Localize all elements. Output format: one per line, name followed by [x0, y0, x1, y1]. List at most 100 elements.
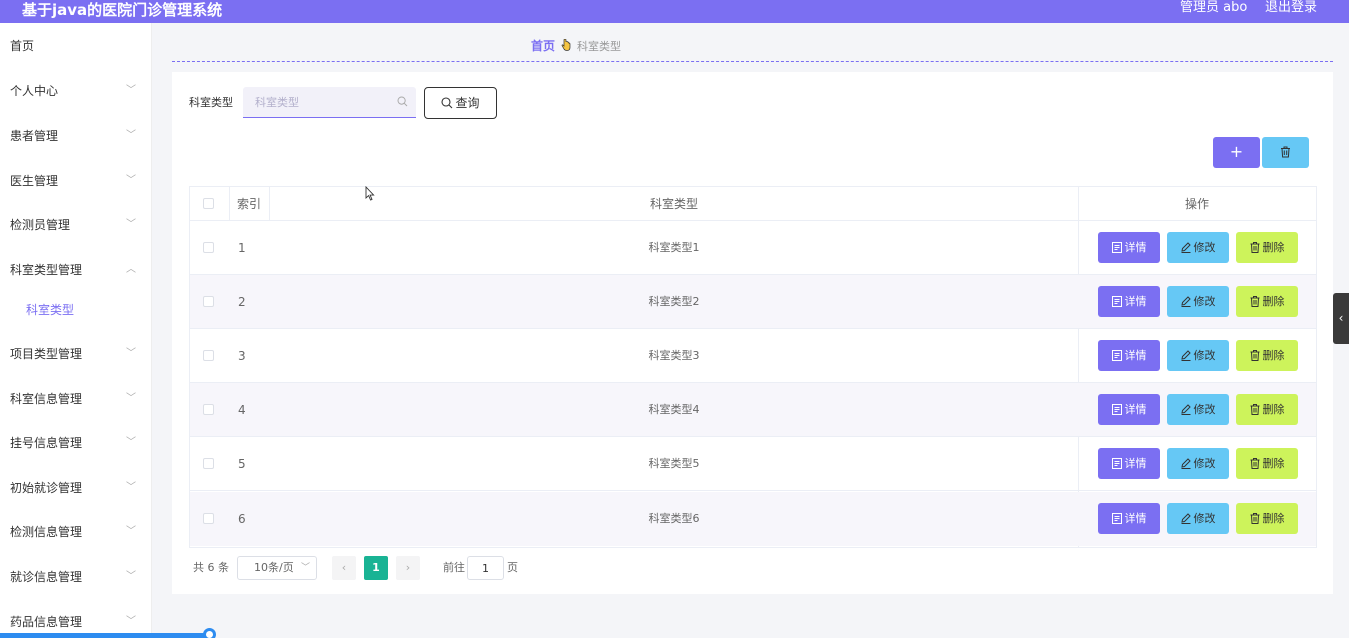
delete-button[interactable]: 删除: [1236, 340, 1298, 371]
next-page-button[interactable]: ›: [396, 556, 420, 580]
edit-label: 修改: [1193, 512, 1216, 525]
sidebar-item-patients[interactable]: 患者管理 ﹀: [0, 121, 152, 151]
page-number-current[interactable]: 1: [364, 556, 388, 580]
edit-label: 修改: [1193, 403, 1216, 416]
top-header: 基于java的医院门诊管理系统 管理员 abo 退出登录: [0, 0, 1349, 23]
batch-delete-button[interactable]: [1262, 137, 1309, 168]
column-divider: [229, 187, 230, 221]
sidebar: 首页 个人中心 ﹀ 患者管理 ﹀ 医生管理 ﹀ 检测员管理 ﹀ 科室类型管理 ︿ 科室类型…: [0, 23, 152, 638]
detail-button[interactable]: 详情: [1098, 286, 1160, 317]
edit-button[interactable]: 修改: [1167, 340, 1229, 371]
scroll-handle[interactable]: [203, 628, 216, 638]
edit-button[interactable]: 修改: [1167, 286, 1229, 317]
search-label: 科室类型: [189, 96, 233, 109]
query-button[interactable]: 查询: [424, 87, 497, 119]
delete-button[interactable]: 删除: [1236, 394, 1298, 425]
sidebar-item-label: 个人中心: [10, 84, 59, 98]
sidebar-item-home[interactable]: 首页: [0, 31, 152, 61]
detail-label: 详情: [1124, 403, 1147, 416]
detail-button[interactable]: 详情: [1098, 340, 1160, 371]
goto-page-input[interactable]: [467, 556, 504, 580]
trash-icon: [1250, 242, 1259, 253]
table-header: 索引 科室类型 操作: [190, 187, 1316, 221]
edit-button[interactable]: 修改: [1167, 448, 1229, 479]
logout-link[interactable]: 退出登录: [1265, 0, 1317, 16]
query-button-label: 查询: [455, 96, 480, 110]
edit-icon: [1180, 513, 1191, 524]
detail-label: 详情: [1124, 349, 1147, 362]
edit-label: 修改: [1193, 295, 1216, 308]
search-input[interactable]: [243, 87, 393, 117]
page-size-select[interactable]: 10条/页 ﹀: [237, 556, 317, 580]
row-checkbox[interactable]: [203, 350, 214, 361]
table-row: 6 科室类型6 详情 修改 删除: [190, 492, 1316, 546]
divider: [172, 61, 1333, 62]
pagination-total: 共 6 条: [193, 561, 229, 574]
breadcrumb-home[interactable]: 首页: [531, 39, 555, 53]
delete-label: 删除: [1262, 403, 1285, 416]
chevron-down-icon: ﹀: [126, 348, 136, 359]
sidebar-item-testers[interactable]: 检测员管理 ﹀: [0, 210, 152, 240]
cell-type: 科室类型3: [648, 349, 700, 362]
edit-button[interactable]: 修改: [1167, 503, 1229, 534]
add-button[interactable]: +: [1213, 137, 1260, 168]
sidebar-item-visit-info-mgmt[interactable]: 就诊信息管理 ﹀: [0, 562, 152, 592]
column-header-actions: 操作: [1184, 197, 1209, 211]
delete-button[interactable]: 删除: [1236, 286, 1298, 317]
scroll-progress-bar: [0, 633, 210, 638]
trash-icon: [1250, 296, 1259, 307]
detail-label: 详情: [1124, 512, 1147, 525]
sidebar-item-project-type-mgmt[interactable]: 项目类型管理 ﹀: [0, 339, 152, 369]
chevron-down-icon: ﹀: [126, 571, 136, 582]
cell-index: 5: [238, 457, 246, 471]
document-icon: [1111, 242, 1122, 253]
sidebar-subitem-dept-type[interactable]: 科室类型: [0, 295, 152, 325]
cell-type: 科室类型2: [648, 295, 700, 308]
edit-button[interactable]: 修改: [1167, 394, 1229, 425]
sidebar-item-label: 就诊信息管理: [10, 570, 83, 584]
select-all-checkbox[interactable]: [203, 198, 214, 209]
page-size-value: 10条/页: [254, 561, 294, 574]
chevron-right-icon: ›: [405, 561, 411, 574]
delete-button[interactable]: 删除: [1236, 448, 1298, 479]
sidebar-item-dept-type-mgmt[interactable]: 科室类型管理 ︿: [0, 255, 152, 285]
admin-username: 管理员 abo: [1180, 0, 1248, 15]
trash-icon: [1250, 404, 1259, 415]
hand-icon: [561, 38, 571, 51]
collapse-toggle-button[interactable]: ‹: [1333, 293, 1349, 344]
row-checkbox[interactable]: [203, 458, 214, 469]
sidebar-item-registration-mgmt[interactable]: 挂号信息管理 ﹀: [0, 428, 152, 458]
sidebar-item-dept-info-mgmt[interactable]: 科室信息管理 ﹀: [0, 384, 152, 414]
trash-icon: [1250, 513, 1259, 524]
edit-icon: [1180, 350, 1191, 361]
chevron-down-icon: ﹀: [300, 563, 310, 573]
sidebar-item-test-info-mgmt[interactable]: 检测信息管理 ﹀: [0, 517, 152, 547]
chevron-down-icon: ﹀: [126, 526, 136, 537]
detail-button[interactable]: 详情: [1098, 448, 1160, 479]
goto-label: 前往: [443, 561, 465, 574]
row-checkbox[interactable]: [203, 242, 214, 253]
search-icon: [397, 96, 408, 107]
edit-icon: [1180, 242, 1191, 253]
chevron-down-icon: ﹀: [126, 219, 136, 230]
table-row: 5 科室类型5 详情 修改 删除: [190, 437, 1316, 491]
delete-button[interactable]: 删除: [1236, 232, 1298, 263]
detail-button[interactable]: 详情: [1098, 503, 1160, 534]
sidebar-item-personal-center[interactable]: 个人中心 ﹀: [0, 76, 152, 106]
edit-button[interactable]: 修改: [1167, 232, 1229, 263]
column-header-type: 科室类型: [649, 197, 698, 211]
prev-page-button[interactable]: ‹: [332, 556, 356, 580]
trash-icon: [1250, 458, 1259, 469]
table-row: 3 科室类型3 详情 修改 删除: [190, 329, 1316, 383]
edit-icon: [1180, 458, 1191, 469]
detail-button[interactable]: 详情: [1098, 394, 1160, 425]
sidebar-item-doctors[interactable]: 医生管理 ﹀: [0, 166, 152, 196]
app-title: 基于java的医院门诊管理系统: [22, 1, 223, 19]
row-checkbox[interactable]: [203, 513, 214, 524]
sidebar-item-initial-visit-mgmt[interactable]: 初始就诊管理 ﹀: [0, 473, 152, 503]
detail-button[interactable]: 详情: [1098, 232, 1160, 263]
row-checkbox[interactable]: [203, 404, 214, 415]
row-checkbox[interactable]: [203, 296, 214, 307]
delete-button[interactable]: 删除: [1236, 503, 1298, 534]
delete-label: 删除: [1262, 349, 1285, 362]
